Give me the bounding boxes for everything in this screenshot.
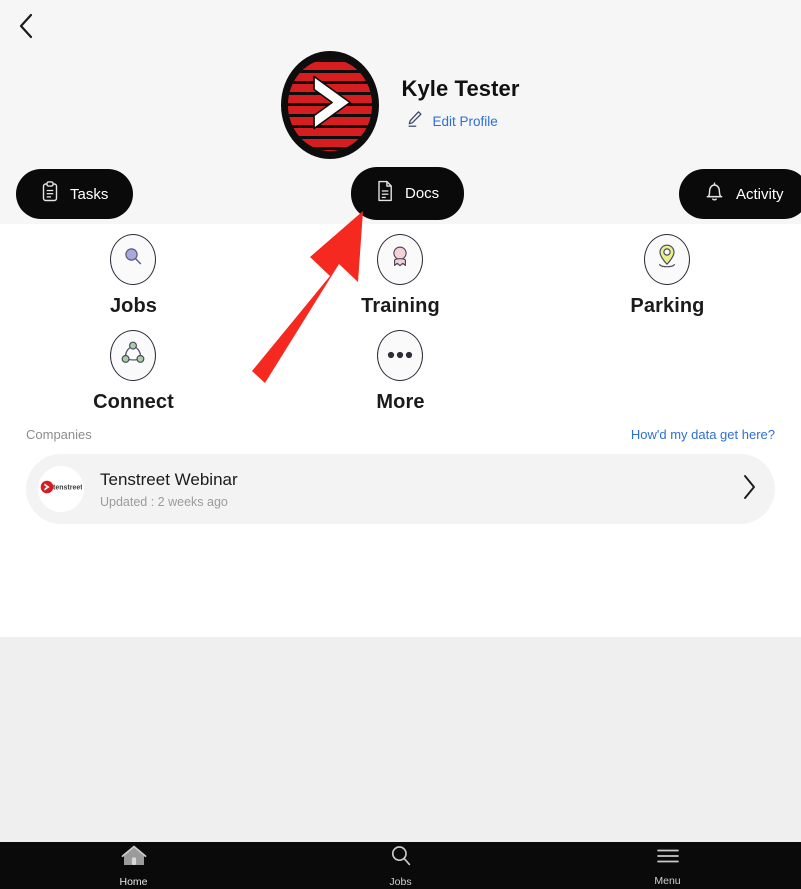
- avatar-logo: [288, 59, 373, 151]
- ellipsis-icon: [386, 347, 414, 365]
- tasks-button[interactable]: Tasks: [16, 169, 134, 219]
- company-text: Tenstreet Webinar Updated : 2 weeks ago: [100, 469, 742, 508]
- tile-icon-wrap: [110, 330, 157, 381]
- tile-more[interactable]: More: [267, 330, 534, 426]
- companies-section-header: Companies How'd my data get here?: [0, 422, 801, 446]
- app-root: Kyle Tester Edit Profile Tasks Docs Acti…: [0, 0, 801, 889]
- bottom-navigation: Home Jobs Menu: [0, 842, 801, 889]
- profile-header: Kyle Tester Edit Profile Tasks Docs Acti…: [0, 0, 801, 224]
- hamburger-icon: [655, 845, 681, 872]
- tile-icon-wrap: [377, 234, 424, 285]
- tile-label: Parking: [630, 295, 705, 317]
- docs-label: Docs: [405, 185, 440, 202]
- company-chevron-logo: [307, 72, 359, 139]
- profile-meta: Kyle Tester Edit Profile: [401, 75, 520, 133]
- tile-icon-wrap: [110, 234, 157, 285]
- svg-text:tenstreet: tenstreet: [53, 484, 82, 491]
- company-chevron[interactable]: [742, 474, 757, 505]
- tile-icon-wrap: [644, 234, 691, 285]
- pencil-icon: [407, 110, 423, 133]
- tile-connect[interactable]: Connect: [0, 330, 267, 426]
- tile-label: Jobs: [109, 295, 158, 317]
- activity-button[interactable]: Activity: [679, 169, 801, 219]
- tenstreet-logo: tenstreet: [40, 480, 83, 499]
- network-icon: [120, 340, 146, 371]
- tile-empty: [534, 330, 801, 426]
- back-button[interactable]: [6, 6, 46, 46]
- profile-summary: Kyle Tester Edit Profile: [0, 50, 801, 160]
- tile-label: More: [376, 391, 425, 413]
- nav-item-jobs[interactable]: Jobs: [267, 844, 534, 888]
- docs-button[interactable]: Docs: [351, 167, 465, 220]
- nav-label: Menu: [654, 874, 681, 887]
- tile-jobs[interactable]: Jobs: [0, 234, 267, 330]
- document-icon: [376, 180, 394, 207]
- avatar[interactable]: [281, 51, 380, 159]
- home-icon: [121, 844, 147, 873]
- company-logo: tenstreet: [38, 466, 84, 512]
- activity-label: Activity: [736, 185, 784, 203]
- profile-name: Kyle Tester: [401, 75, 520, 101]
- magnifier-icon: [389, 844, 413, 873]
- quick-actions-row: Tasks Docs Activity: [0, 167, 801, 220]
- bell-icon: [704, 181, 725, 208]
- magnifier-icon: [120, 244, 146, 275]
- nav-item-home[interactable]: Home: [0, 844, 267, 888]
- tile-training[interactable]: Training: [267, 234, 534, 330]
- companies-title: Companies: [26, 426, 92, 442]
- tile-label: Connect: [93, 391, 174, 413]
- feature-grid: Jobs Training Parking Connect More: [0, 224, 801, 426]
- chevron-left-icon: [18, 13, 34, 39]
- company-name: Tenstreet Webinar: [100, 470, 238, 490]
- tile-label: Training: [361, 295, 440, 317]
- edit-profile-label: Edit Profile: [432, 114, 498, 130]
- tasks-label: Tasks: [70, 185, 109, 203]
- chevron-right-icon: [742, 474, 757, 505]
- main-content: Jobs Training Parking Connect More Compa…: [0, 224, 801, 637]
- company-row[interactable]: tenstreet Tenstreet Webinar Updated : 2 …: [26, 454, 775, 524]
- clipboard-icon: [41, 181, 59, 207]
- tile-parking[interactable]: Parking: [534, 234, 801, 330]
- tile-icon-wrap: [377, 330, 424, 381]
- nav-item-menu[interactable]: Menu: [534, 845, 801, 887]
- edit-profile-button[interactable]: Edit Profile: [407, 110, 498, 133]
- company-updated: Updated : 2 weeks ago: [100, 494, 228, 509]
- nav-label: Home: [119, 875, 148, 888]
- person-icon: [387, 244, 413, 276]
- nav-label: Jobs: [389, 875, 412, 888]
- data-help-link[interactable]: How'd my data get here?: [631, 427, 775, 442]
- map-pin-icon: [654, 243, 680, 276]
